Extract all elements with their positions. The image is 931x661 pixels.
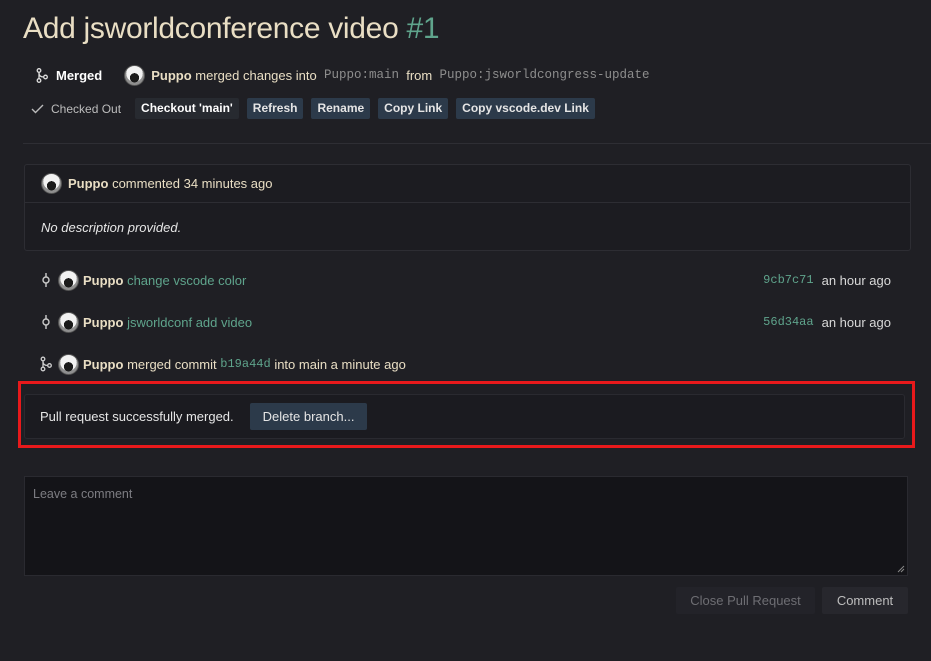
merge-author[interactable]: Puppo	[83, 357, 123, 372]
target-branch: Puppo:main	[323, 68, 399, 82]
pr-actions-bar: Checked Out Checkout 'main' Refresh Rena…	[31, 98, 603, 119]
resize-handle-icon[interactable]	[897, 565, 905, 573]
commit-author[interactable]: Puppo	[83, 273, 123, 288]
merge-text-2: into main a minute ago	[274, 356, 406, 372]
git-commit-icon	[42, 315, 50, 329]
state-label: Merged	[56, 67, 103, 83]
avatar[interactable]	[58, 269, 79, 291]
timeline-merge-row: Puppo merged commit b19a44d into main a …	[40, 353, 406, 375]
merged-text: merged changes into	[195, 67, 317, 83]
avatar[interactable]	[124, 64, 146, 86]
git-merge-icon	[36, 67, 48, 83]
commit-hash-link[interactable]: 9cb7c71	[763, 273, 813, 287]
comment-meta: commented 34 minutes ago	[112, 176, 273, 191]
git-commit-icon	[42, 273, 50, 287]
comment-textarea[interactable]: Leave a comment	[24, 476, 908, 576]
refresh-button[interactable]: Refresh	[246, 98, 304, 119]
commit-time: an hour ago	[821, 272, 891, 288]
pr-number: #1	[406, 12, 440, 45]
comment-header: Puppo commented 34 minutes ago	[25, 165, 910, 203]
commit-meta: 9cb7c71 an hour ago	[763, 270, 891, 290]
checkout-main-button[interactable]: Checkout 'main'	[135, 98, 239, 119]
avatar[interactable]	[58, 353, 79, 375]
git-merge-icon	[40, 356, 52, 372]
timeline-commit-row: Puppo jsworldconf add video	[40, 311, 252, 333]
close-pull-request-button[interactable]: Close Pull Request	[676, 587, 815, 614]
avatar[interactable]	[41, 173, 62, 194]
merge-text: merged commit	[127, 356, 217, 372]
commit-author[interactable]: Puppo	[83, 315, 123, 330]
copy-vscode-link-button[interactable]: Copy vscode.dev Link	[456, 98, 595, 119]
pr-status-row: Merged Puppo merged changes into Puppo:m…	[36, 64, 649, 86]
from-text: from	[406, 67, 433, 83]
highlight-annotation-box	[18, 381, 915, 448]
commit-message-link[interactable]: jsworldconf add video	[127, 315, 252, 330]
description-comment: Puppo commented 34 minutes ago No descri…	[24, 164, 911, 251]
merged-status-badge: Merged	[36, 68, 102, 83]
source-branch: Puppo:jsworldcongress-update	[439, 68, 650, 82]
comment-button[interactable]: Comment	[822, 587, 908, 614]
pr-author-info: Puppo merged changes into Puppo:main fro…	[124, 64, 650, 86]
comment-placeholder: Leave a comment	[33, 487, 133, 501]
comment-body: No description provided.	[41, 220, 182, 235]
checked-out-indicator: Checked Out	[31, 102, 121, 116]
checked-out-label: Checked Out	[51, 101, 122, 116]
commit-hash-link[interactable]: 56d34aa	[763, 315, 813, 329]
commit-time: an hour ago	[821, 314, 891, 330]
avatar[interactable]	[58, 311, 79, 333]
page-title: Add jsworldconference video #1	[23, 12, 440, 46]
commit-meta: 56d34aa an hour ago	[763, 312, 891, 332]
commit-message-link[interactable]: change vscode color	[127, 273, 246, 288]
copy-link-button[interactable]: Copy Link	[378, 98, 449, 119]
rename-button[interactable]: Rename	[311, 98, 371, 119]
check-icon	[31, 104, 44, 113]
pr-title: Add jsworldconference video	[23, 12, 399, 45]
header-divider	[23, 143, 931, 144]
merge-commit-hash-link[interactable]: b19a44d	[220, 357, 270, 371]
comment-author[interactable]: Puppo	[68, 176, 108, 191]
author-name[interactable]: Puppo	[151, 68, 191, 83]
timeline-commit-row: Puppo change vscode color	[40, 269, 246, 291]
